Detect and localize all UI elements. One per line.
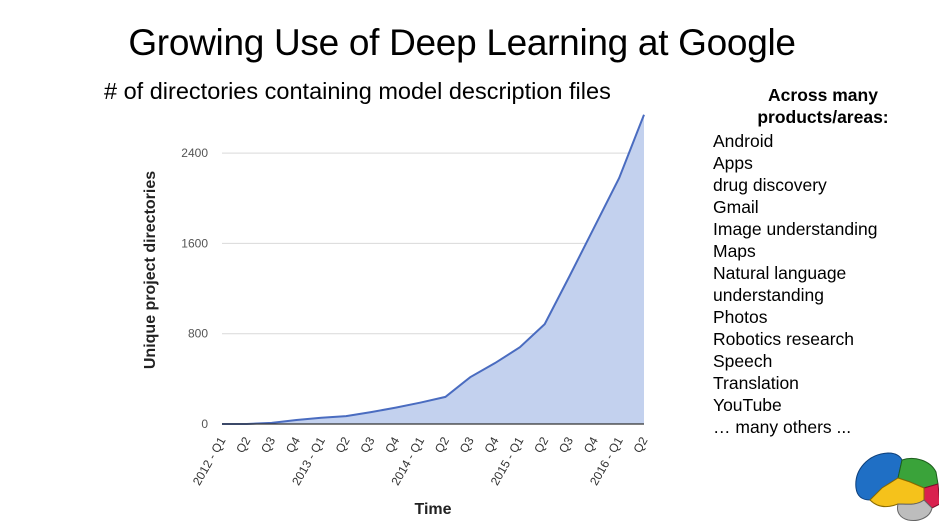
product-item: Photos bbox=[713, 307, 768, 327]
x-tick-label: Q4 bbox=[382, 434, 402, 455]
product-item: Android bbox=[713, 131, 774, 151]
product-item: Speech bbox=[713, 351, 773, 371]
brain-icon bbox=[855, 452, 939, 521]
product-item: Natural language bbox=[713, 263, 847, 283]
x-tick-label: Q3 bbox=[556, 434, 576, 455]
area-chart: 0 800 1600 2400 2012 - Q1 Q2 Q3 Q42013 - Q1 Q2 Q… bbox=[142, 114, 651, 518]
product-item: … many others ... bbox=[713, 417, 852, 437]
x-tick-label: Q3 bbox=[357, 434, 377, 455]
product-item: Apps bbox=[713, 153, 753, 173]
x-tick-label: Q4 bbox=[482, 434, 502, 455]
x-tick-label: Q3 bbox=[457, 434, 477, 455]
x-axis-ticks: 2012 - Q1 Q2 Q3 Q42013 - Q1 Q2 Q3 Q42014 - Q1 Q… bbox=[190, 434, 651, 487]
area-layer bbox=[221, 114, 645, 425]
x-tick-label: Q4 bbox=[581, 434, 601, 455]
area-fill bbox=[222, 114, 644, 424]
product-item: YouTube bbox=[713, 395, 782, 415]
y-tick-label: 1600 bbox=[181, 236, 208, 250]
product-item: Image understanding bbox=[713, 219, 878, 239]
product-item: Robotics research bbox=[713, 329, 855, 349]
x-tick-label: Q3 bbox=[258, 434, 278, 455]
x-tick-label: Q2 bbox=[630, 434, 650, 455]
product-item: Gmail bbox=[713, 197, 759, 217]
product-item: drug discovery bbox=[713, 175, 827, 195]
y-axis-ticks: 0 800 1600 2400 bbox=[181, 146, 208, 431]
y-tick-label: 0 bbox=[201, 417, 208, 431]
product-item: Translation bbox=[713, 373, 799, 393]
x-tick-label: Q2 bbox=[432, 434, 452, 455]
product-item: Maps bbox=[713, 241, 756, 261]
products-heading: Across many products/areas: bbox=[757, 85, 889, 127]
products-list: Android Apps drug discovery Gmail Image unde… bbox=[713, 130, 939, 438]
y-axis-label: Unique project directories bbox=[142, 171, 159, 369]
x-axis-label: Time bbox=[414, 501, 451, 518]
x-tick-label: Q2 bbox=[531, 434, 551, 455]
y-tick-label: 2400 bbox=[181, 146, 208, 160]
product-item: understanding bbox=[713, 285, 824, 305]
y-tick-label: 800 bbox=[188, 327, 208, 341]
x-tick-label: 2012 - Q1 bbox=[190, 434, 229, 487]
products-panel: Across many products/areas: Android Apps d… bbox=[713, 84, 939, 438]
x-tick-label: Q2 bbox=[333, 434, 353, 455]
x-tick-label: Q2 bbox=[233, 434, 253, 455]
x-tick-label: Q4 bbox=[283, 434, 303, 455]
